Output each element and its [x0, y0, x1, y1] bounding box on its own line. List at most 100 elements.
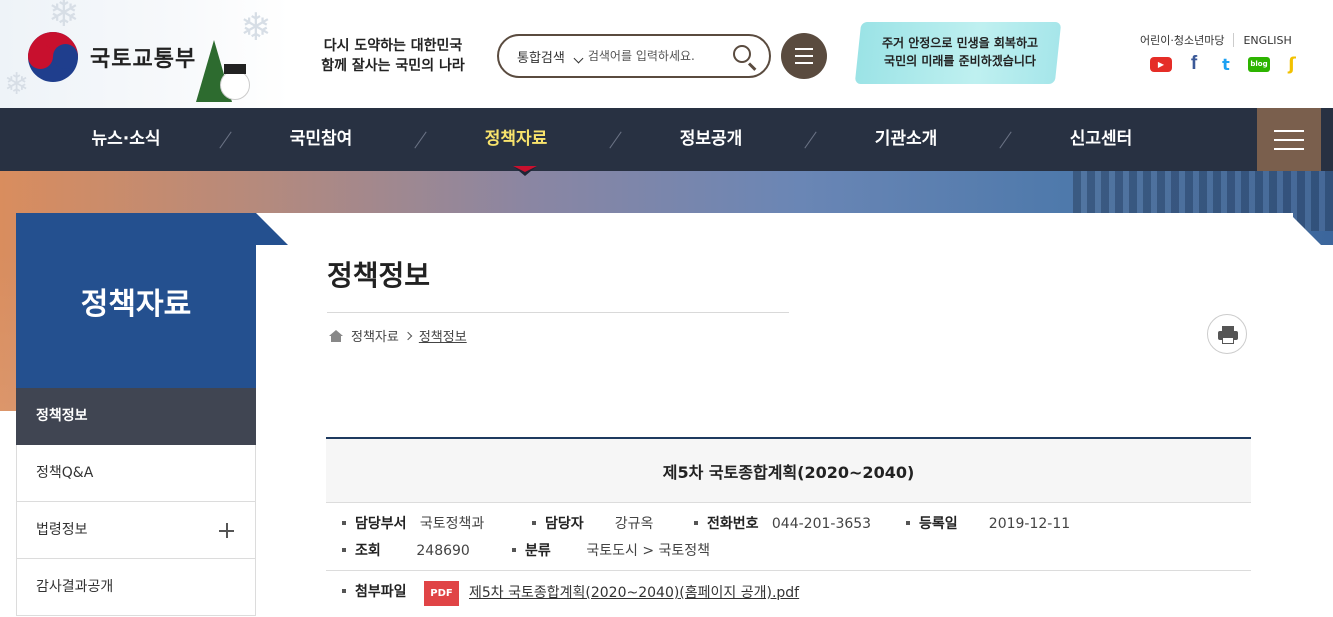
- meta-phone: 전화번호 044-201-3653: [694, 512, 871, 536]
- meta-value: 044-201-3653: [771, 516, 872, 532]
- snowflake-icon: ❄: [240, 5, 272, 49]
- meta-department: 담당부서 국토정책과: [342, 512, 484, 536]
- meta-value: 국토도시 > 국토정책: [586, 543, 711, 559]
- search-button[interactable]: [731, 43, 757, 71]
- quick-menu-button[interactable]: [781, 33, 827, 79]
- snowman-icon: [220, 70, 250, 100]
- nav-item-about[interactable]: 기관소개: [841, 108, 971, 171]
- nav-divider: [219, 131, 232, 149]
- snowflake-icon: ❄: [4, 67, 30, 102]
- printer-icon-paper: [1222, 337, 1234, 344]
- sidebar-menu: 정책정보 정책Q&A 법령정보 감사결과공개: [16, 388, 256, 616]
- sidebar-item-audit[interactable]: 감사결과공개: [16, 559, 256, 616]
- meta-label: 등록일: [919, 516, 958, 532]
- meta-value: 강규옥: [614, 516, 654, 532]
- search-type-label: 통합검색: [517, 50, 565, 66]
- campaign-banner[interactable]: 주거 안정으로 민생을 회복하고 국민의 미래를 준비하겠습니다: [866, 34, 1054, 70]
- chevron-down-icon: [573, 53, 584, 63]
- meta-label: 담당자: [545, 516, 584, 532]
- nav-divider: [804, 131, 817, 149]
- search-icon: [733, 45, 751, 63]
- active-nav-indicator-accent: [513, 166, 537, 172]
- blog-icon[interactable]: blog: [1248, 56, 1270, 72]
- site-logo[interactable]: 국토교통부: [28, 32, 198, 82]
- search-input[interactable]: [587, 49, 712, 63]
- sidebar-title-notch: [256, 213, 288, 245]
- snowman-hat-icon: [224, 64, 246, 74]
- campaign-line-2: 국민의 미래를 준비하겠습니다: [884, 54, 1036, 68]
- sidebar-item-law-info[interactable]: 법령정보: [16, 502, 256, 559]
- title-divider: [327, 312, 789, 313]
- nav-item-news[interactable]: 뉴스·소식: [61, 108, 191, 171]
- menu-line: [795, 55, 813, 57]
- sidebar-item-label: 법령정보: [36, 522, 88, 538]
- nav-item-report[interactable]: 신고센터: [1036, 108, 1166, 171]
- sidebar-item-policy-info[interactable]: 정책정보: [16, 388, 256, 445]
- twitter-icon[interactable]: t: [1216, 55, 1236, 74]
- english-link[interactable]: ENGLISH: [1243, 34, 1291, 47]
- sidebar-item-policy-qa[interactable]: 정책Q&A: [16, 445, 256, 502]
- home-icon[interactable]: [329, 329, 343, 342]
- pdf-file-icon: PDF: [424, 581, 459, 606]
- meta-label: 담당부서: [355, 516, 407, 532]
- article-meta: 담당부서 국토정책과 담당자 강규옥 전화번호 044-201-3653 등록일…: [326, 503, 1251, 571]
- meta-views: 조회 248690: [342, 539, 470, 563]
- meta-value: 국토정책과: [419, 516, 485, 532]
- breadcrumb-item[interactable]: 정책자료: [351, 326, 399, 345]
- nav-item-disclosure[interactable]: 정보공개: [646, 108, 776, 171]
- meta-value: 248690: [416, 543, 470, 559]
- search-icon-handle: [747, 62, 757, 71]
- article-title: 제5차 국토종합계획(2020~2040): [326, 439, 1251, 503]
- attachment-file-link[interactable]: 제5차 국토종합계획(2020~2040)(홈페이지 공개).pdf: [469, 581, 799, 606]
- hamburger-icon: [1274, 147, 1304, 150]
- sidebar-title: 정책자료: [16, 213, 256, 388]
- slogan-line-1: 다시 도약하는 대한민국: [323, 38, 463, 54]
- search-type-select[interactable]: 통합검색: [517, 47, 584, 66]
- article-attachments: 첨부파일 PDF 제5차 국토종합계획(2020~2040)(홈페이지 공개).…: [326, 571, 1251, 617]
- main-nav: 뉴스·소식 국민참여 정책자료 정보공개 기관소개 신고센터: [0, 108, 1333, 171]
- sidebar-item-label: 정책Q&A: [36, 465, 94, 481]
- attachment-label: 첨부파일: [342, 580, 407, 604]
- meta-label: 분류: [525, 543, 551, 559]
- slogan-line-2: 함께 잘사는 국민의 나라: [321, 58, 465, 74]
- hamburger-icon: [1274, 138, 1304, 141]
- plus-icon: [219, 523, 234, 538]
- nav-divider: [609, 131, 622, 149]
- menu-line: [795, 48, 813, 50]
- facebook-icon[interactable]: f: [1184, 53, 1204, 74]
- nav-divider: [999, 131, 1012, 149]
- snowflake-icon: ❄: [48, 0, 80, 35]
- content-panel-right: [1289, 245, 1333, 617]
- hamburger-icon: [1274, 129, 1304, 132]
- meta-category: 분류 국토도시 > 국토정책: [512, 539, 710, 563]
- nav-divider: [414, 131, 427, 149]
- kids-link[interactable]: 어린이·청소년마당: [1140, 32, 1224, 48]
- nav-item-participation[interactable]: 국민참여: [256, 108, 386, 171]
- social-links: ▶ f t blog ʃ: [1150, 53, 1302, 75]
- page-title: 정책정보: [327, 259, 431, 292]
- meta-label: 조회: [355, 543, 381, 559]
- youtube-icon[interactable]: ▶: [1150, 56, 1172, 72]
- meta-manager: 담당자 강규옥: [532, 512, 653, 536]
- menu-line: [795, 62, 813, 64]
- kakaostory-icon[interactable]: ʃ: [1282, 54, 1302, 75]
- campaign-line-1: 주거 안정으로 민생을 회복하고: [881, 36, 1039, 50]
- print-button[interactable]: [1207, 314, 1247, 354]
- sidebar-item-label: 정책정보: [36, 408, 88, 424]
- breadcrumb: 정책자료 정책정보: [329, 326, 467, 345]
- all-menu-button[interactable]: [1257, 108, 1321, 171]
- site-header: ❄ ❄ ❄ 국토교통부 다시 도약하는 대한민국 함께 잘사는 국민의 나라 통…: [0, 0, 1333, 108]
- logo-text: 국토교통부: [90, 46, 197, 71]
- nav-item-policy[interactable]: 정책자료: [451, 108, 581, 171]
- meta-label: 첨부파일: [355, 584, 407, 600]
- sidebar-item-label: 감사결과공개: [36, 579, 114, 595]
- breadcrumb-current[interactable]: 정책정보: [419, 326, 467, 345]
- top-links: 어린이·청소년마당 ENGLISH: [1140, 32, 1292, 48]
- divider: [1233, 33, 1235, 47]
- meta-label: 전화번호: [707, 516, 759, 532]
- meta-row: 담당부서 국토정책과 담당자 강규옥 전화번호 044-201-3653 등록일…: [326, 512, 1251, 536]
- slogan: 다시 도약하는 대한민국 함께 잘사는 국민의 나라: [308, 36, 478, 76]
- meta-row: 조회 248690 분류 국토도시 > 국토정책: [326, 539, 1251, 563]
- meta-value: 2019-12-11: [988, 516, 1071, 532]
- meta-reg-date: 등록일 2019-12-11: [906, 512, 1070, 536]
